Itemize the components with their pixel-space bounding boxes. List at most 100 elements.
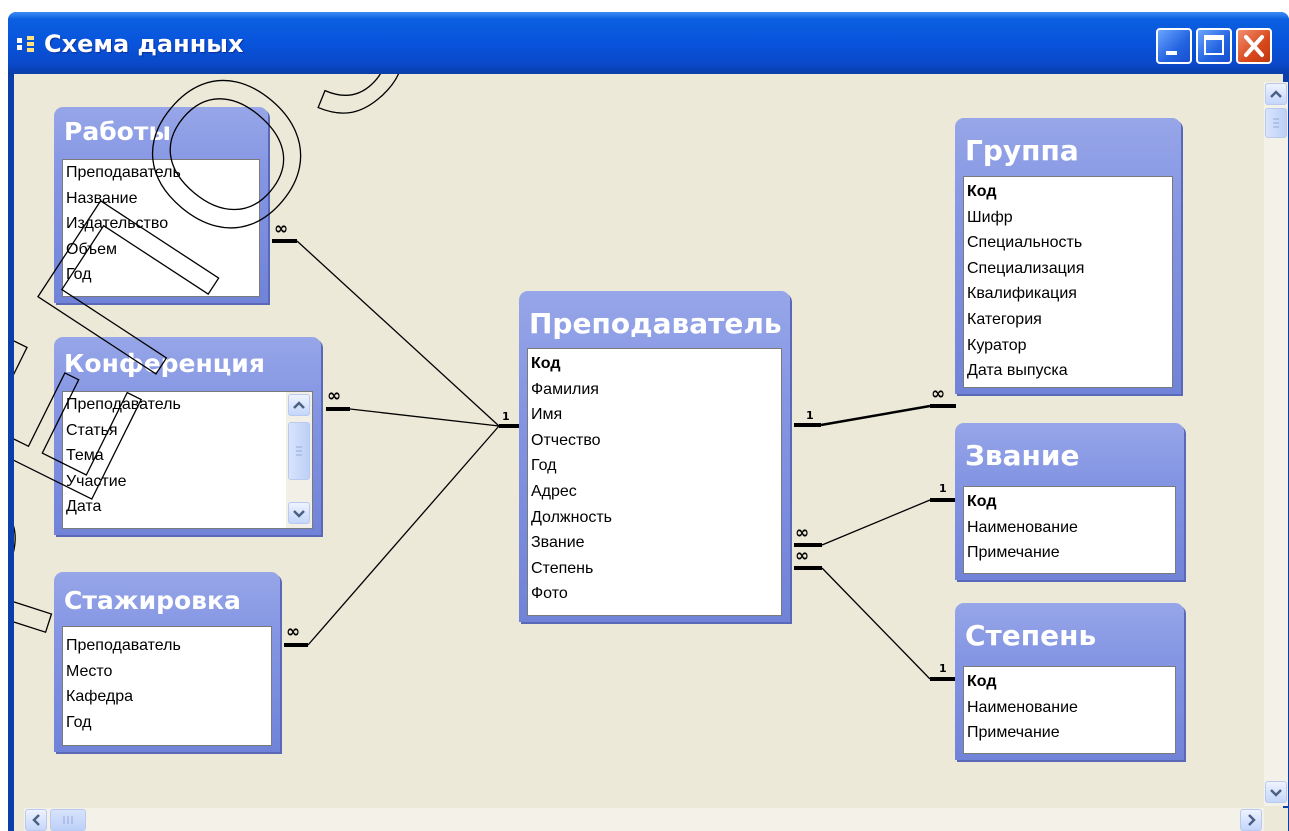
field-item[interactable]: Год <box>528 453 781 479</box>
field-item[interactable]: Место <box>63 659 271 685</box>
field-item[interactable]: Куратор <box>964 333 1172 359</box>
field-item[interactable]: Кафедра <box>63 684 271 710</box>
field-item[interactable]: Год <box>63 262 259 288</box>
diagram-area[interactable]: ∞ ∞ ∞ 1 1 ∞ ∞ 1 ∞ 1 Работы Преподаватель… <box>14 74 1283 831</box>
field-list[interactable]: Код Наименование Примечание <box>963 666 1176 754</box>
field-item[interactable]: Статья <box>63 418 312 444</box>
many-label: ∞ <box>931 384 945 404</box>
vertical-scrollbar[interactable] <box>1264 82 1288 806</box>
field-item[interactable]: Фамилия <box>528 377 781 403</box>
chevron-right-icon <box>1248 814 1256 826</box>
field-list[interactable]: Код Шифр Специальность Специализация Ква… <box>963 176 1173 388</box>
many-label: ∞ <box>274 219 288 239</box>
table-title: Преподаватель <box>529 307 782 340</box>
field-item[interactable]: Дата <box>63 494 312 520</box>
field-item[interactable]: Шифр <box>964 205 1172 231</box>
field-item[interactable]: Код <box>964 489 1175 515</box>
scroll-up-button[interactable] <box>1265 83 1287 105</box>
field-item[interactable]: Объем <box>63 237 259 263</box>
relationships-icon <box>17 36 34 52</box>
field-item[interactable]: Специализация <box>964 256 1172 282</box>
horizontal-scrollbar[interactable] <box>24 808 1264 831</box>
field-item[interactable]: Преподаватель <box>63 633 271 659</box>
maximize-button[interactable] <box>1196 28 1232 64</box>
table-prepodavatel[interactable]: Преподаватель Код Фамилия Имя Отчество Г… <box>519 291 790 622</box>
field-item[interactable]: Адрес <box>528 479 781 505</box>
table-title: Конференция <box>64 349 265 378</box>
field-list[interactable]: Преподаватель Статья Тема Участие Дата <box>62 391 313 529</box>
table-raboty[interactable]: Работы Преподаватель Название Издательст… <box>54 107 268 303</box>
close-icon <box>1244 35 1264 57</box>
field-item[interactable]: Степень <box>528 556 781 582</box>
maximize-icon <box>1204 35 1224 55</box>
one-label: 1 <box>939 662 947 675</box>
field-item[interactable]: Наименование <box>964 515 1175 541</box>
field-item[interactable]: Участие <box>63 469 312 495</box>
field-item[interactable]: Примечание <box>964 720 1175 746</box>
table-gruppa[interactable]: Группа Код Шифр Специальность Специализа… <box>955 118 1181 394</box>
one-label: 1 <box>502 410 510 423</box>
field-item[interactable]: Специальность <box>964 230 1172 256</box>
field-item[interactable]: Тема <box>63 443 312 469</box>
relationships-window: Схема данных ∞ ∞ ∞ 1 1 ∞ ∞ 1 ∞ 1 Работы … <box>8 12 1289 831</box>
scroll-thumb[interactable] <box>50 809 86 831</box>
scroll-thumb[interactable] <box>1265 108 1287 138</box>
field-item[interactable]: Категория <box>964 307 1172 333</box>
field-item[interactable]: Должность <box>528 505 781 531</box>
chevron-left-icon <box>32 814 40 826</box>
field-item[interactable]: Преподаватель <box>63 392 312 418</box>
field-item[interactable]: Преподаватель <box>63 160 259 186</box>
close-button[interactable] <box>1236 28 1272 64</box>
scroll-left-button[interactable] <box>25 809 47 831</box>
field-item[interactable]: Издательство <box>63 211 259 237</box>
many-label: ∞ <box>327 386 341 406</box>
field-item[interactable]: Квалификация <box>964 281 1172 307</box>
field-item[interactable]: Код <box>964 179 1172 205</box>
chevron-up-icon <box>1270 90 1282 98</box>
table-stazhirovka[interactable]: Стажировка Преподаватель Место Кафедра Г… <box>54 572 280 752</box>
field-list-scrollbar[interactable] <box>286 392 312 528</box>
table-title: Звание <box>965 439 1080 472</box>
minimize-icon <box>1166 51 1177 55</box>
field-item[interactable]: Название <box>63 186 259 212</box>
field-list[interactable]: Преподаватель Место Кафедра Год <box>62 626 272 746</box>
table-title: Группа <box>965 134 1079 167</box>
many-label: ∞ <box>795 546 809 566</box>
field-item[interactable]: Код <box>528 351 781 377</box>
table-title: Стажировка <box>64 586 241 615</box>
field-item[interactable]: Год <box>63 710 271 736</box>
one-label: 1 <box>806 409 814 422</box>
field-item[interactable]: Дата выпуска <box>964 358 1172 384</box>
field-list[interactable]: Код Наименование Примечание <box>963 486 1176 574</box>
scroll-right-button[interactable] <box>1240 809 1262 831</box>
table-zvanie[interactable]: Звание Код Наименование Примечание <box>955 423 1184 580</box>
table-konferenciya[interactable]: Конференция Преподаватель Статья Тема Уч… <box>54 337 321 535</box>
field-item[interactable]: Отчество <box>528 428 781 454</box>
grip-icon <box>63 816 73 824</box>
minimize-button[interactable] <box>1156 28 1192 64</box>
scroll-down-button[interactable] <box>1265 781 1287 803</box>
one-label: 1 <box>939 482 947 495</box>
many-label: ∞ <box>286 622 300 642</box>
title-bar[interactable]: Схема данных <box>8 12 1289 74</box>
table-stepen[interactable]: Степень Код Наименование Примечание <box>955 603 1184 760</box>
field-item[interactable]: Фото <box>528 581 781 607</box>
table-title: Степень <box>965 619 1097 652</box>
chevron-up-icon <box>293 401 305 409</box>
field-list[interactable]: Преподаватель Название Издательство Объе… <box>62 159 260 297</box>
scroll-thumb[interactable] <box>288 422 310 480</box>
field-item[interactable]: Звание <box>528 530 781 556</box>
table-title: Работы <box>64 117 171 146</box>
chevron-down-icon <box>293 510 305 518</box>
scroll-down-button[interactable] <box>288 502 310 524</box>
field-item[interactable]: Наименование <box>964 695 1175 721</box>
grip-icon <box>1273 118 1279 128</box>
chevron-down-icon <box>1270 789 1282 797</box>
scroll-up-button[interactable] <box>288 394 310 416</box>
field-item[interactable]: Код <box>964 669 1175 695</box>
size-grip[interactable] <box>1264 808 1288 831</box>
grip-icon <box>296 446 302 456</box>
field-list[interactable]: Код Фамилия Имя Отчество Год Адрес Должн… <box>527 348 782 616</box>
field-item[interactable]: Примечание <box>964 540 1175 566</box>
field-item[interactable]: Имя <box>528 402 781 428</box>
